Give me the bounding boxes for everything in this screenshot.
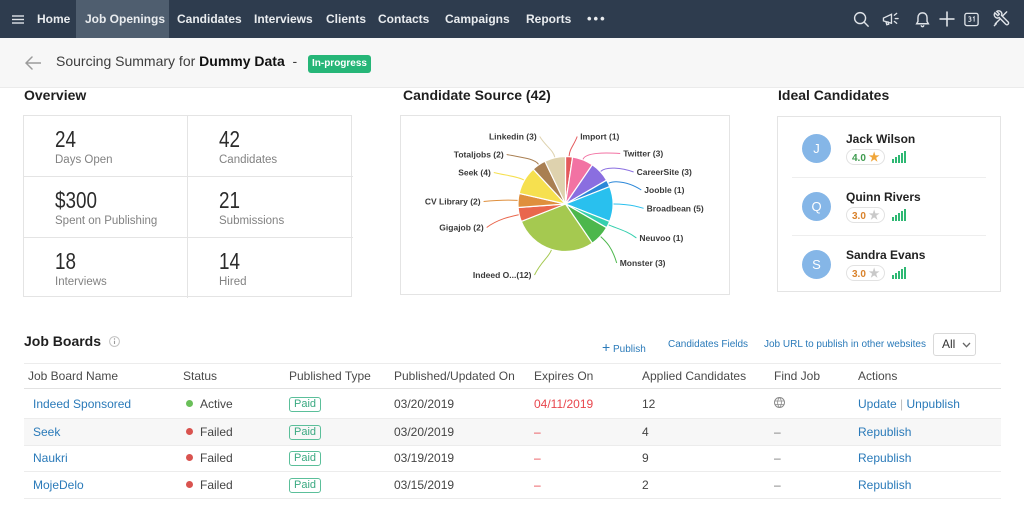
svg-text:CV Library (2): CV Library (2): [425, 197, 481, 207]
svg-text:Broadbean (5): Broadbean (5): [647, 203, 704, 213]
svg-text:Linkedin (3): Linkedin (3): [489, 132, 537, 142]
svg-text:Seek (4): Seek (4): [458, 168, 491, 178]
svg-text:Neuvoo (1): Neuvoo (1): [639, 233, 683, 243]
svg-text:Jooble (1): Jooble (1): [644, 185, 684, 195]
svg-text:CareerSite (3): CareerSite (3): [637, 167, 692, 177]
svg-text:Twitter (3): Twitter (3): [623, 149, 663, 159]
svg-text:Totaljobs (2): Totaljobs (2): [454, 150, 504, 160]
svg-text:Monster (3): Monster (3): [620, 258, 666, 268]
svg-text:Gigajob (2): Gigajob (2): [439, 223, 484, 233]
svg-text:Indeed O...(12): Indeed O...(12): [473, 270, 532, 280]
svg-text:Import (1): Import (1): [580, 132, 619, 142]
